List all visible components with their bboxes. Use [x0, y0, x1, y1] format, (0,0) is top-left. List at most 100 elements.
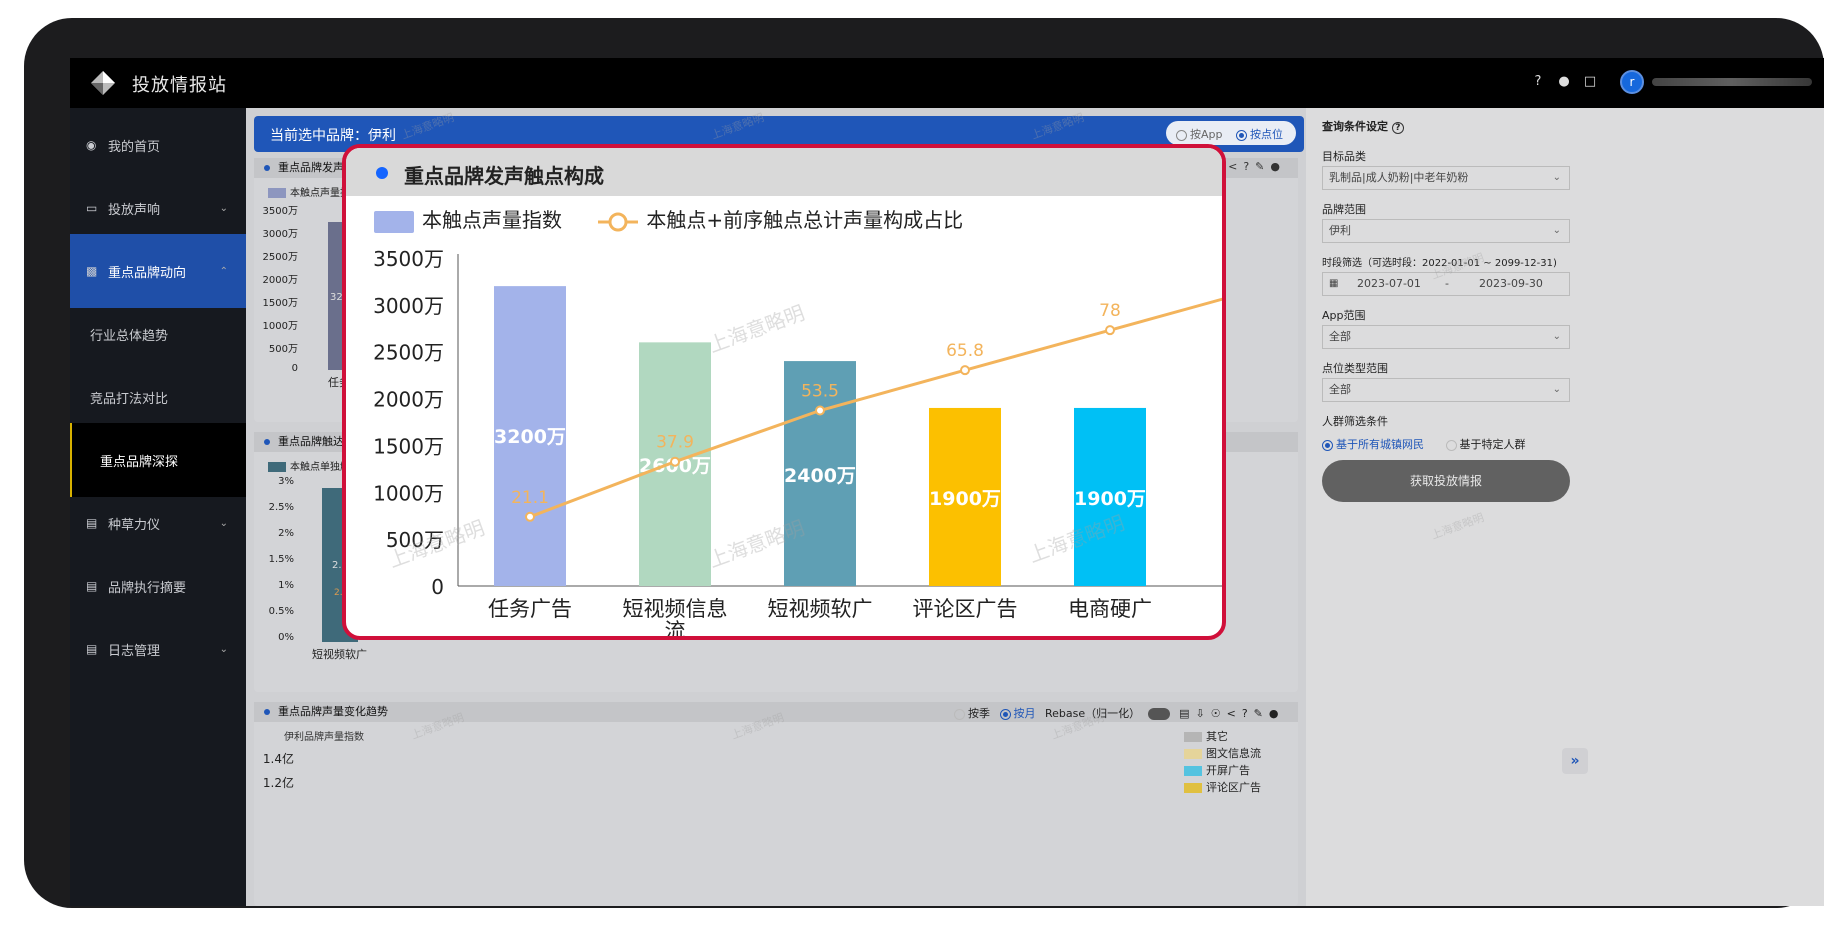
line-value-label: 78	[1099, 301, 1121, 321]
zoomed-chart-callout: 重点品牌发声触点构成 本触点声量指数 本触点+前序触点总计声量构成占比 3500…	[342, 144, 1226, 640]
legend-item[interactable]: 图文信息流	[1184, 745, 1261, 762]
chevron-down-icon: ⌄	[1552, 331, 1561, 342]
y-tick-label: 1500万	[373, 434, 444, 458]
legend-bar-item[interactable]: 本触点声量指数	[374, 208, 562, 233]
view-toggle: 按App 按点位	[1166, 121, 1296, 145]
speaker-icon: ▭	[86, 201, 98, 215]
expand-panel-button[interactable]: »	[1562, 748, 1588, 774]
bell-icon[interactable]: ●	[1556, 74, 1572, 90]
line-value-label: 53.5	[801, 382, 839, 402]
y-tick-label: 2000万	[373, 388, 444, 412]
period-end[interactable]: 2023-09-30	[1479, 273, 1543, 295]
fetch-intel-button[interactable]: 获取投放情报	[1322, 460, 1570, 502]
sidebar-item-label: 重点品牌动向	[108, 265, 187, 281]
avatar[interactable]: r	[1620, 70, 1644, 94]
x-tick-label: 任务广告	[488, 597, 572, 621]
crowd-options: 基于所有城镇网民 基于特定人群	[1322, 436, 1526, 452]
y-tick: 500万	[268, 344, 298, 355]
x-tick-label: 短视频信息	[623, 597, 728, 621]
y-tick: 2%	[278, 528, 294, 539]
x-label: 短视频软广	[312, 648, 367, 661]
trend-legend: 其它 图文信息流 开屏广告 评论区广告	[1184, 728, 1261, 796]
line-point-3	[815, 405, 825, 416]
sidebar-item-label: 投放声响	[108, 202, 161, 218]
fullscreen-icon[interactable]: □	[1582, 74, 1598, 90]
y-tick: 1.4亿	[262, 752, 294, 766]
line-value-label: 65.8	[946, 341, 984, 361]
bar-value-label: 1900万	[929, 488, 1001, 510]
point-type-label: 点位类型范围	[1322, 362, 1388, 375]
chevron-down-icon: ⌄	[219, 643, 228, 655]
target-category-label: 目标品类	[1322, 150, 1366, 163]
line-point-1	[525, 511, 535, 522]
chevron-down-icon: ⌄	[219, 517, 228, 529]
y-tick-label: 1000万	[373, 481, 444, 505]
y-tick-label: 0	[431, 575, 444, 599]
option-month[interactable]: 按月	[999, 707, 1036, 720]
toggle-by-point[interactable]: 按点位	[1236, 126, 1283, 142]
legend-line-item[interactable]: 本触点+前序触点总计声量构成占比	[598, 208, 963, 232]
chevron-down-icon: ⌄	[1552, 172, 1561, 183]
sidebar-item-label: 品牌执行摘要	[108, 580, 187, 596]
x-tick-label: 评论区广告	[913, 597, 1018, 621]
bar-value-label: 1900万	[1074, 488, 1146, 510]
sidebar-item-logs[interactable]: ▤ 日志管理 ⌄	[70, 612, 246, 686]
y-tick-label: 3500万	[373, 247, 444, 271]
query-title: 查询条件设定 ?	[1322, 118, 1404, 134]
trend-subtitle: 伊利品牌声量指数	[284, 732, 364, 743]
chevron-down-icon: ⌄	[219, 202, 228, 214]
brand-range-label: 品牌范围	[1322, 203, 1366, 216]
y-tick-label: 2500万	[373, 341, 444, 365]
point-type-select[interactable]: 全部 ⌄	[1322, 378, 1570, 402]
line-value-label: 37.9	[656, 433, 694, 453]
line-value-label: 21.1	[511, 488, 549, 508]
app-range-select[interactable]: 全部 ⌄	[1322, 325, 1570, 349]
y-tick: 2500万	[262, 252, 298, 263]
help-icon[interactable]: ?	[1530, 74, 1546, 90]
sidebar-item-label: 我的首页	[108, 139, 161, 155]
y-tick: 3500万	[262, 206, 298, 217]
y-tick: 2.5%	[268, 502, 294, 513]
modal-title: 重点品牌发声触点构成	[404, 164, 604, 188]
brand-range-select[interactable]: 伊利 ⌄	[1322, 219, 1570, 243]
line-point-4	[960, 365, 970, 376]
crowd-option-specific[interactable]: 基于特定人群	[1445, 438, 1526, 451]
option-season[interactable]: 按季	[954, 707, 990, 720]
bar-value-label: 3200万	[494, 426, 566, 448]
y-tick: 2000万	[262, 275, 298, 286]
modal-header: 重点品牌发声触点构成	[346, 148, 1222, 196]
chart-icon: ▩	[86, 264, 98, 278]
app-logo-icon	[91, 71, 115, 95]
panel-toolbar[interactable]: ▤⇩☉<?✎●	[1179, 707, 1284, 720]
rebase-toggle[interactable]	[1147, 708, 1170, 720]
title-dot	[376, 167, 388, 179]
sidebar-item-label: 种草力仪	[108, 517, 161, 533]
period-start[interactable]: 2023-07-01	[1357, 273, 1421, 295]
chart-plot: 3500万3000万2500万2000万1500万1000万500万03200万…	[373, 247, 1222, 636]
y-tick: 1.2亿	[262, 776, 294, 790]
target-category-select[interactable]: 乳制品|成人奶粉|中老年奶粉 ⌄	[1322, 166, 1570, 190]
crowd-option-all[interactable]: 基于所有城镇网民	[1322, 438, 1424, 451]
x-tick-label: 短视频软广	[768, 597, 873, 621]
question-icon[interactable]: ?	[1391, 122, 1404, 134]
legend-item[interactable]: 其它	[1184, 728, 1261, 745]
y-tick: 3%	[278, 476, 294, 487]
y-tick: 0	[291, 363, 298, 374]
sidebar-item-label: 日志管理	[108, 643, 161, 659]
y-tick: 0.5%	[268, 606, 294, 617]
chevron-up-icon: ⌃	[219, 265, 228, 277]
y-tick: 3000万	[262, 229, 298, 240]
y-tick-label: 3000万	[373, 294, 444, 318]
bar-value-label: 2400万	[784, 465, 856, 487]
legend-item[interactable]: 开屏广告	[1184, 762, 1261, 779]
toggle-by-app[interactable]: 按App	[1176, 126, 1223, 142]
legend-bar-swatch	[374, 210, 414, 233]
chart-legend: 本触点声量指数 本触点+前序触点总计声量构成占比	[374, 204, 963, 233]
query-panel: 查询条件设定 ? 目标品类 乳制品|成人奶粉|中老年奶粉 ⌄ 品牌范围 伊利 ⌄ 时…	[1306, 108, 1824, 906]
crowd-label: 人群筛选条件	[1322, 415, 1388, 428]
y-tick: 0%	[278, 632, 294, 643]
legend-line-swatch	[598, 212, 639, 231]
log-icon: ▤	[86, 642, 98, 656]
home-icon: ◉	[86, 138, 97, 152]
legend-item[interactable]: 评论区广告	[1184, 779, 1261, 796]
